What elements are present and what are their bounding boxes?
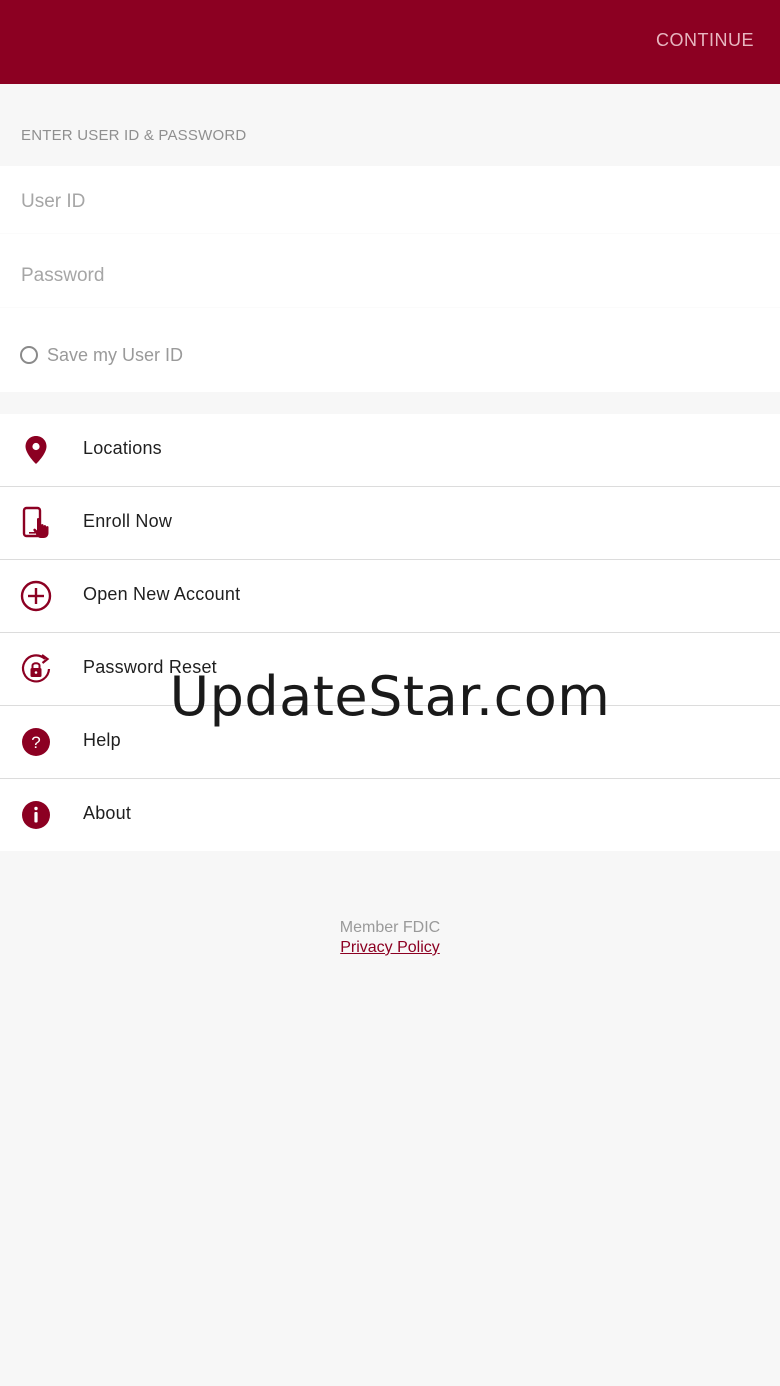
svg-text:?: ? bbox=[31, 733, 40, 752]
menu-item-label: Enroll Now bbox=[83, 511, 173, 531]
divider bbox=[0, 307, 780, 308]
member-fdic-text: Member FDIC bbox=[339, 919, 441, 936]
user-id-field-row bbox=[0, 172, 780, 234]
footer: Member FDIC Privacy Policy bbox=[0, 918, 780, 958]
lock-reset-icon bbox=[18, 651, 54, 687]
save-user-id-radio[interactable] bbox=[20, 346, 38, 364]
save-user-id-label: Save my User ID bbox=[47, 344, 184, 365]
menu-item-label: Password Reset bbox=[83, 657, 217, 677]
menu-item-locations[interactable]: Locations bbox=[0, 414, 780, 487]
menu-item-enroll-now[interactable]: Enroll Now bbox=[0, 487, 780, 560]
menu-item-about[interactable]: About bbox=[0, 779, 780, 851]
menu-item-label: Locations bbox=[83, 438, 162, 458]
map-pin-icon bbox=[18, 432, 54, 468]
save-user-id-toggle[interactable]: Save my User ID bbox=[20, 343, 183, 367]
plus-circle-icon bbox=[18, 578, 54, 614]
menu-item-label: Open New Account bbox=[83, 584, 241, 604]
menu-item-label: Help bbox=[83, 730, 121, 750]
login-section-title: ENTER USER ID & PASSWORD bbox=[21, 127, 247, 144]
login-card: Save my User ID bbox=[0, 166, 780, 392]
top-app-bar: CONTINUE bbox=[0, 0, 780, 84]
password-field-row bbox=[0, 246, 780, 308]
continue-button[interactable]: CONTINUE bbox=[656, 30, 754, 51]
user-id-input[interactable] bbox=[21, 172, 741, 232]
menu-item-open-new-account[interactable]: Open New Account bbox=[0, 560, 780, 633]
password-input[interactable] bbox=[21, 246, 741, 306]
menu-item-label: About bbox=[83, 803, 132, 823]
privacy-policy-link[interactable]: Privacy Policy bbox=[340, 938, 440, 958]
menu-item-help[interactable]: ? Help bbox=[0, 706, 780, 779]
question-circle-icon: ? bbox=[18, 724, 54, 760]
phone-tap-icon bbox=[18, 505, 54, 541]
menu-list: Locations Enroll Now Open New Account Pa… bbox=[0, 414, 780, 851]
divider bbox=[0, 233, 780, 234]
info-circle-icon bbox=[18, 797, 54, 833]
menu-item-password-reset[interactable]: Password Reset bbox=[0, 633, 780, 706]
